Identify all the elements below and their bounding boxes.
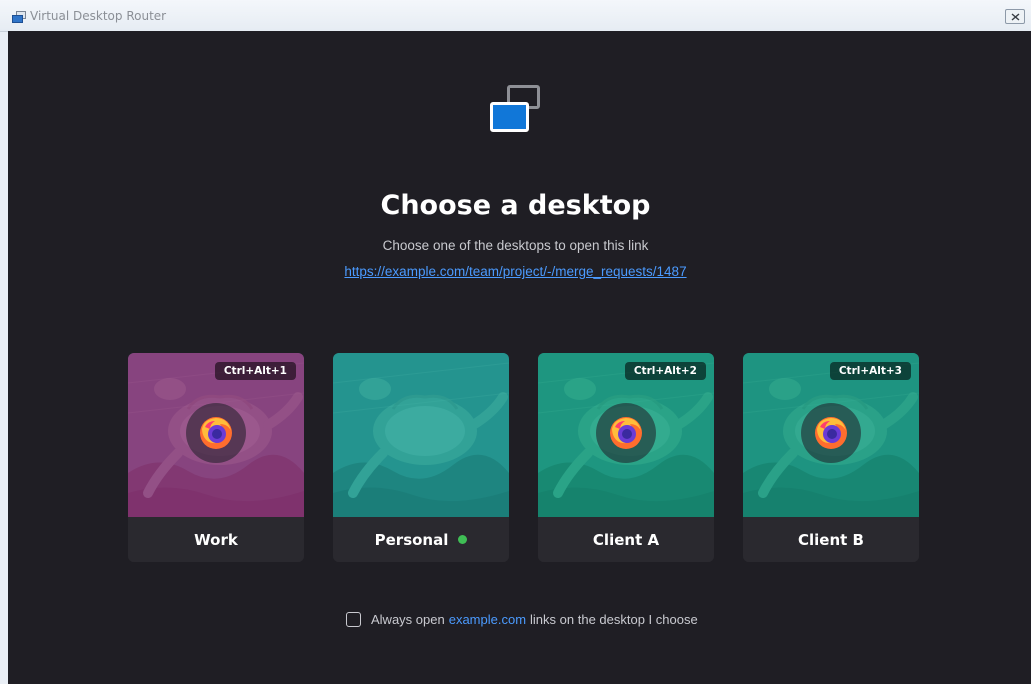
app-icon — [12, 11, 26, 23]
remember-suffix: links on the desktop I choose — [530, 611, 698, 627]
desktop-label: Client B — [743, 517, 919, 562]
page-subtitle: Choose one of the desktops to open this … — [382, 238, 649, 253]
firefox-icon — [186, 403, 246, 463]
close-icon — [1011, 13, 1020, 21]
desktop-name: Work — [194, 530, 238, 549]
desktop-name: Client A — [592, 530, 660, 549]
remember-checkbox[interactable] — [346, 611, 361, 627]
shortcut-badge: Ctrl+Alt+1 — [214, 362, 296, 380]
active-status-dot — [458, 535, 468, 544]
title-bar: Virtual Desktop Router — [0, 0, 1031, 32]
target-url-row: https://example.com/team/project/-/merge… — [0, 264, 1031, 279]
remember-domain: example.com — [448, 611, 527, 627]
window-title: Virtual Desktop Router — [30, 9, 167, 23]
desktop-name: Client B — [798, 530, 864, 549]
page-title: Choose a desktop — [380, 190, 651, 221]
app-window: Virtual Desktop Router Choose a desktop … — [0, 0, 1031, 684]
desktops-icon — [490, 85, 548, 135]
tint-overlay — [333, 353, 509, 517]
remember-choice-row: Always open example.com links on the des… — [346, 610, 698, 628]
firefox-icon — [596, 403, 656, 463]
desktop-card-client-a[interactable]: Ctrl+Alt+2 Client A — [538, 353, 714, 562]
shortcut-badge: Ctrl+Alt+3 — [829, 362, 911, 380]
desktop-card-work[interactable]: Ctrl+Alt+1 Work — [128, 353, 304, 562]
remember-prefix: Always open — [371, 611, 445, 627]
close-button[interactable] — [1005, 9, 1025, 24]
desktop-thumbnail: Ctrl+Alt+2 — [538, 353, 714, 517]
desktop-card-client-b[interactable]: Ctrl+Alt+3 Client B — [743, 353, 919, 562]
shortcut-badge: Ctrl+Alt+2 — [624, 362, 706, 380]
target-url-link[interactable]: https://example.com/team/project/-/merge… — [344, 264, 686, 279]
desktop-thumbnail: Ctrl+Alt+1 — [128, 353, 304, 517]
firefox-icon — [801, 403, 861, 463]
desktop-thumbnail: Ctrl+Alt+3 — [743, 353, 919, 517]
desktop-label: Personal — [333, 517, 509, 562]
desktop-name: Personal — [374, 530, 449, 549]
desktop-thumbnail — [333, 353, 509, 517]
desktop-card-personal[interactable]: Personal — [333, 353, 509, 562]
desktop-label: Work — [128, 517, 304, 562]
desktop-label: Client A — [538, 517, 714, 562]
